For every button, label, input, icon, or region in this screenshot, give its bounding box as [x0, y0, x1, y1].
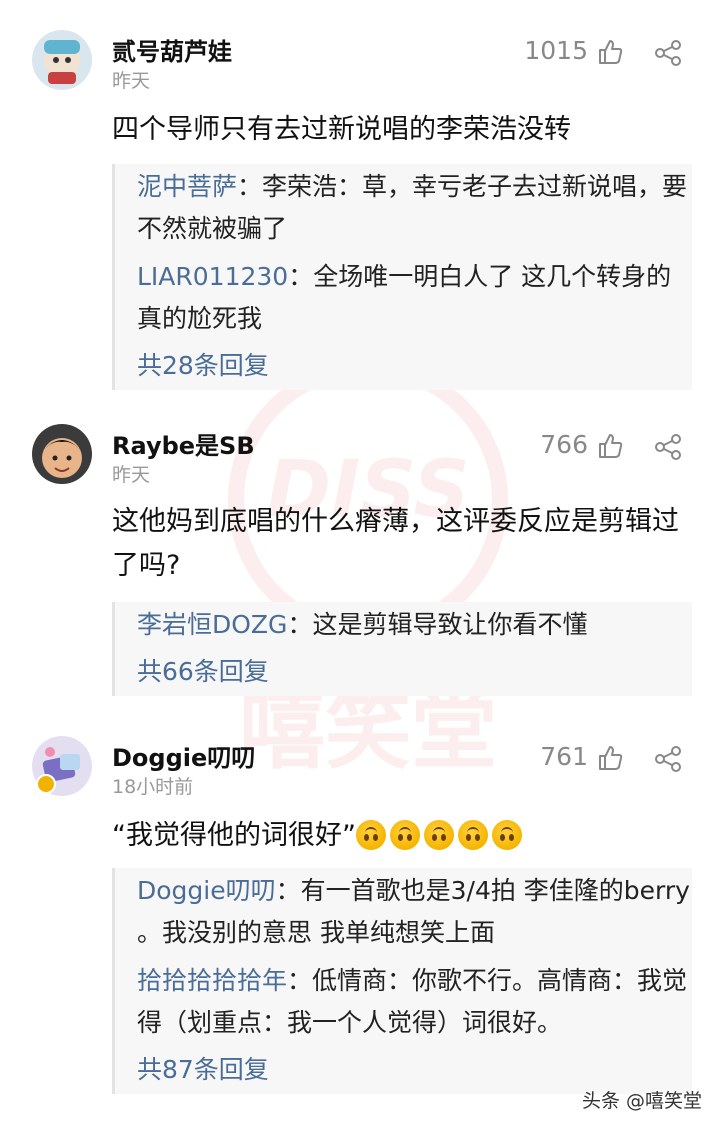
share-icon[interactable]: [654, 40, 682, 66]
username[interactable]: 贰号葫芦娃: [112, 32, 232, 67]
upside-down-face-icon: [355, 820, 386, 850]
reply-box[interactable]: Doggie叨叨：有一首歌也是3/4拍 李佳隆的berry 。我没别的意思 我单…: [112, 868, 692, 1094]
reply-author[interactable]: LIAR011230: [137, 262, 288, 291]
view-all-replies-link[interactable]: 共66条回复: [137, 652, 692, 696]
view-all-replies-link[interactable]: 共28条回复: [137, 346, 692, 390]
comment-list: DISS 嘻笑堂 贰号葫芦娃 昨天 1015 四个导师只有去过新说唱的李荣浩没转…: [0, 0, 720, 1121]
source-credit: 头条 @嘻笑堂: [581, 1090, 702, 1112]
verified-badge-icon: [36, 774, 56, 794]
reply-item: 拾拾拾拾拾年：低情商：你歌不行。高情商：我觉得（划重点：我一个人觉得）词很好。: [137, 960, 692, 1044]
emoji-row: [355, 820, 526, 851]
avatar[interactable]: [32, 30, 92, 90]
upside-down-face-icon: [389, 820, 420, 850]
thumbs-up-icon[interactable]: [596, 432, 624, 460]
reply-text: ：这是剪辑导致让你看不懂: [287, 610, 588, 639]
comment-item: Doggie叨叨 18小时前 761 “我觉得他的词很好” Doggie叨叨：有…: [0, 736, 720, 1096]
comment-item: 贰号葫芦娃 昨天 1015 四个导师只有去过新说唱的李荣浩没转 泥中菩萨：李荣浩…: [0, 30, 720, 390]
reply-item: Doggie叨叨：有一首歌也是3/4拍 李佳隆的berry 。我没别的意思 我单…: [137, 870, 692, 954]
reply-author[interactable]: 拾拾拾拾拾年: [137, 966, 287, 995]
like-count: 1015: [524, 36, 588, 65]
comment-text: 这他妈到底唱的什么瘠薄，这评委反应是剪辑过了吗?: [112, 506, 679, 581]
reply-author[interactable]: 泥中菩萨: [137, 172, 237, 201]
reply-item: LIAR011230：全场唯一明白人了 这几个转身的真的尬死我: [137, 256, 692, 340]
username[interactable]: Raybe是SB: [112, 426, 255, 461]
like-count: 761: [540, 742, 588, 771]
thumbs-up-icon[interactable]: [596, 744, 624, 772]
avatar[interactable]: [32, 424, 92, 484]
upside-down-face-icon: [457, 820, 488, 850]
comment-item: Raybe是SB 昨天 766 这他妈到底唱的什么瘠薄，这评委反应是剪辑过了吗?…: [0, 424, 720, 704]
comment-quote: “我觉得他的词很好”: [112, 820, 356, 851]
reply-box[interactable]: 李岩恒DOZG：这是剪辑导致让你看不懂 共66条回复: [112, 602, 692, 696]
upside-down-face-icon: [491, 820, 522, 850]
like-count: 766: [540, 430, 588, 459]
timestamp: 昨天: [112, 70, 151, 92]
reply-box[interactable]: 泥中菩萨：李荣浩：草，幸亏老子去过新说唱，要不然就被骗了 LIAR011230：…: [112, 164, 692, 390]
comment-text: “我觉得他的词很好”: [112, 814, 692, 858]
reply-author[interactable]: 李岩恒DOZG: [137, 610, 287, 639]
upside-down-face-icon: [423, 820, 454, 850]
timestamp: 昨天: [112, 464, 151, 486]
timestamp: 18小时前: [112, 776, 194, 798]
share-icon[interactable]: [654, 746, 682, 772]
share-icon[interactable]: [654, 434, 682, 460]
reply-item: 李岩恒DOZG：这是剪辑导致让你看不懂: [137, 604, 692, 646]
thumbs-up-icon[interactable]: [596, 38, 624, 66]
username[interactable]: Doggie叨叨: [112, 738, 255, 773]
reply-item: 泥中菩萨：李荣浩：草，幸亏老子去过新说唱，要不然就被骗了: [137, 166, 692, 250]
comment-text: 四个导师只有去过新说唱的李荣浩没转: [112, 114, 571, 145]
reply-author[interactable]: Doggie叨叨: [137, 876, 276, 905]
